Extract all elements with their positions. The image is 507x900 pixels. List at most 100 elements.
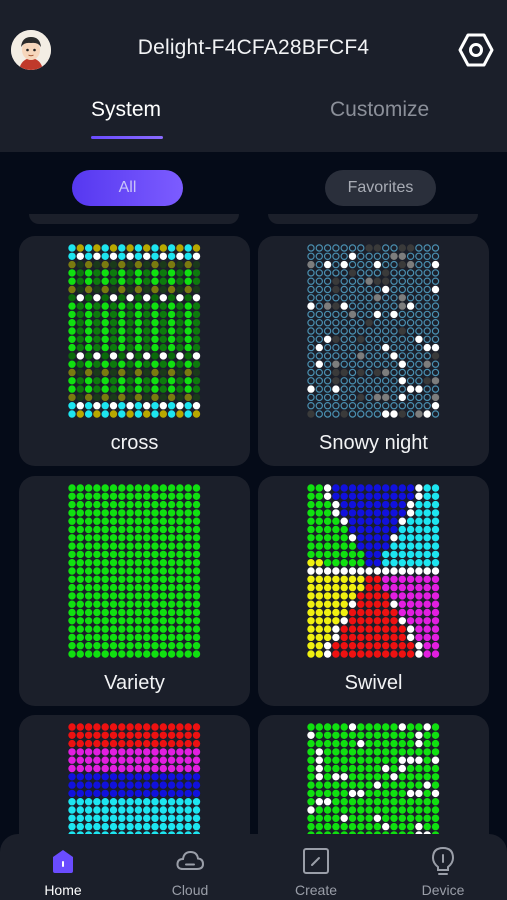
led-dot — [159, 642, 167, 650]
led-dot — [323, 583, 331, 592]
led-dot — [125, 567, 134, 575]
led-dot — [175, 327, 184, 335]
tab-customize[interactable]: Customize — [330, 98, 429, 122]
led-dot — [142, 393, 150, 402]
led-dot — [423, 517, 431, 525]
led-dot — [356, 781, 364, 789]
led-dot — [414, 625, 423, 633]
nav-cloud[interactable]: Cloud — [127, 834, 253, 900]
effect-card-swivel[interactable]: Swivel — [258, 476, 489, 706]
led-dot — [423, 575, 431, 583]
led-preview-variety — [67, 484, 200, 658]
led-dot — [306, 302, 315, 310]
led-dot — [125, 410, 134, 418]
led-dot — [159, 625, 167, 633]
led-dot — [315, 542, 323, 550]
led-dot — [406, 814, 414, 822]
led-dot — [406, 393, 414, 402]
led-dot — [142, 492, 150, 500]
led-dot — [323, 781, 331, 789]
settings-button[interactable] — [458, 32, 494, 68]
led-dot — [175, 764, 184, 773]
filter-all-button[interactable]: All — [72, 170, 183, 206]
led-dot — [306, 492, 315, 500]
led-dot — [150, 360, 159, 368]
led-dot — [67, 764, 76, 773]
led-dot — [92, 559, 101, 567]
led-dot — [67, 310, 76, 319]
led-dot — [364, 260, 373, 269]
led-dot — [192, 781, 200, 789]
create-icon — [303, 848, 329, 874]
led-dot — [109, 509, 117, 517]
led-dot — [431, 327, 439, 335]
card-edge — [268, 214, 478, 224]
led-dot — [348, 814, 356, 822]
led-dot — [192, 642, 200, 650]
led-dot — [175, 285, 184, 294]
led-dot — [331, 260, 340, 269]
led-dot — [323, 542, 331, 550]
led-dot — [381, 252, 389, 261]
tab-system[interactable]: System — [91, 98, 161, 122]
led-dot — [398, 756, 406, 764]
nav-create[interactable]: Create — [253, 834, 379, 900]
led-dot — [306, 269, 315, 277]
led-dot — [125, 592, 134, 600]
led-dot — [142, 756, 150, 764]
led-dot — [364, 310, 373, 319]
effect-card-variety[interactable]: Variety — [19, 476, 250, 706]
led-dot — [356, 723, 364, 731]
led-dot — [150, 739, 159, 748]
led-dot — [67, 806, 76, 814]
led-dot — [175, 739, 184, 748]
led-dot — [381, 608, 389, 617]
led-dot — [340, 269, 348, 277]
led-dot — [92, 575, 101, 583]
led-dot — [125, 269, 134, 277]
led-dot — [431, 509, 439, 517]
led-dot — [389, 625, 398, 633]
effect-card-snowy-night[interactable]: Snowy night — [258, 236, 489, 466]
led-dot — [323, 500, 331, 509]
led-dot — [84, 542, 92, 550]
led-dot — [76, 567, 84, 575]
led-dot — [167, 492, 175, 500]
led-dot — [431, 402, 439, 410]
led-dot — [159, 368, 167, 377]
led-dot — [150, 617, 159, 625]
filter-favorites-button[interactable]: Favorites — [325, 170, 436, 206]
led-dot — [109, 410, 117, 418]
led-dot — [422, 352, 431, 360]
led-dot — [331, 244, 340, 252]
led-dot — [306, 285, 315, 294]
nav-device[interactable]: Device — [380, 834, 506, 900]
led-dot — [175, 789, 184, 798]
led-dot — [423, 633, 431, 642]
led-dot — [348, 650, 356, 658]
led-dot — [373, 550, 381, 559]
led-dot — [142, 798, 150, 806]
nav-home[interactable]: Home — [0, 834, 126, 900]
led-dot — [101, 550, 109, 559]
led-dot — [323, 294, 331, 302]
effect-card-cross[interactable]: cross — [19, 236, 250, 466]
led-dot — [76, 789, 84, 798]
led-dot — [150, 583, 159, 592]
led-dot — [84, 277, 92, 285]
led-dot — [422, 385, 431, 393]
led-dot — [192, 500, 200, 509]
led-dot — [125, 764, 134, 773]
led-dot — [323, 244, 331, 252]
led-dot — [192, 748, 200, 756]
led-dot — [323, 368, 331, 377]
led-dot — [184, 789, 192, 798]
led-dot — [142, 723, 150, 731]
led-dot — [167, 294, 175, 302]
led-dot — [364, 764, 373, 773]
led-dot — [340, 360, 348, 368]
led-dot — [315, 360, 323, 368]
led-dot — [364, 269, 373, 277]
led-dot — [150, 335, 159, 343]
led-dot — [125, 500, 134, 509]
